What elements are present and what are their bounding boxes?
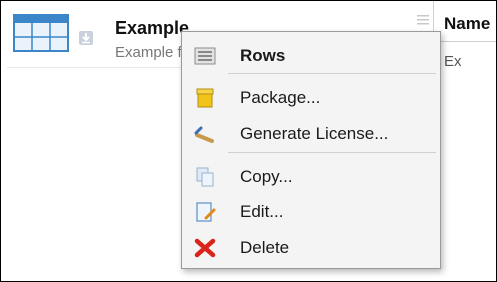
menu-item-label: Copy... — [240, 167, 293, 186]
menu-item-label: Edit... — [240, 202, 284, 221]
column-panel: Name Ex — [433, 1, 496, 76]
table-icon — [13, 14, 69, 52]
menu-item-generate-license[interactable]: Generate License... — [182, 118, 440, 148]
copy-icon — [196, 167, 214, 187]
menu-item-delete[interactable]: Delete — [182, 232, 440, 262]
package-box-icon — [196, 88, 214, 108]
menu-item-label: Delete — [240, 238, 290, 257]
column-cell: Ex — [444, 53, 462, 70]
menu-item-label: Package... — [240, 88, 321, 107]
menu-item-label: Generate License... — [240, 124, 389, 143]
menu-item-label: Rows — [240, 46, 286, 65]
license-key-icon — [194, 126, 214, 143]
window-frame: Example Example f Name Ex Rows Package..… — [0, 0, 497, 282]
menu-separator — [228, 152, 436, 153]
download-arrow-icon[interactable] — [79, 31, 93, 45]
menu-item-edit[interactable]: Edit... — [182, 196, 440, 226]
menu-separator — [228, 73, 436, 74]
rows-list-icon — [194, 47, 216, 65]
delete-x-icon — [194, 238, 216, 258]
hamburger-icon[interactable] — [417, 15, 429, 25]
menu-item-copy[interactable]: Copy... — [182, 161, 440, 191]
column-divider — [434, 41, 496, 42]
edit-document-icon — [196, 202, 216, 222]
item-subtitle: Example f — [115, 44, 182, 61]
item-title[interactable]: Example — [115, 18, 189, 39]
menu-item-rows[interactable]: Rows — [182, 40, 440, 70]
context-menu: Rows Package... Generate License... Copy… — [181, 31, 441, 269]
column-header[interactable]: Name — [444, 14, 490, 34]
menu-item-package[interactable]: Package... — [182, 82, 440, 112]
